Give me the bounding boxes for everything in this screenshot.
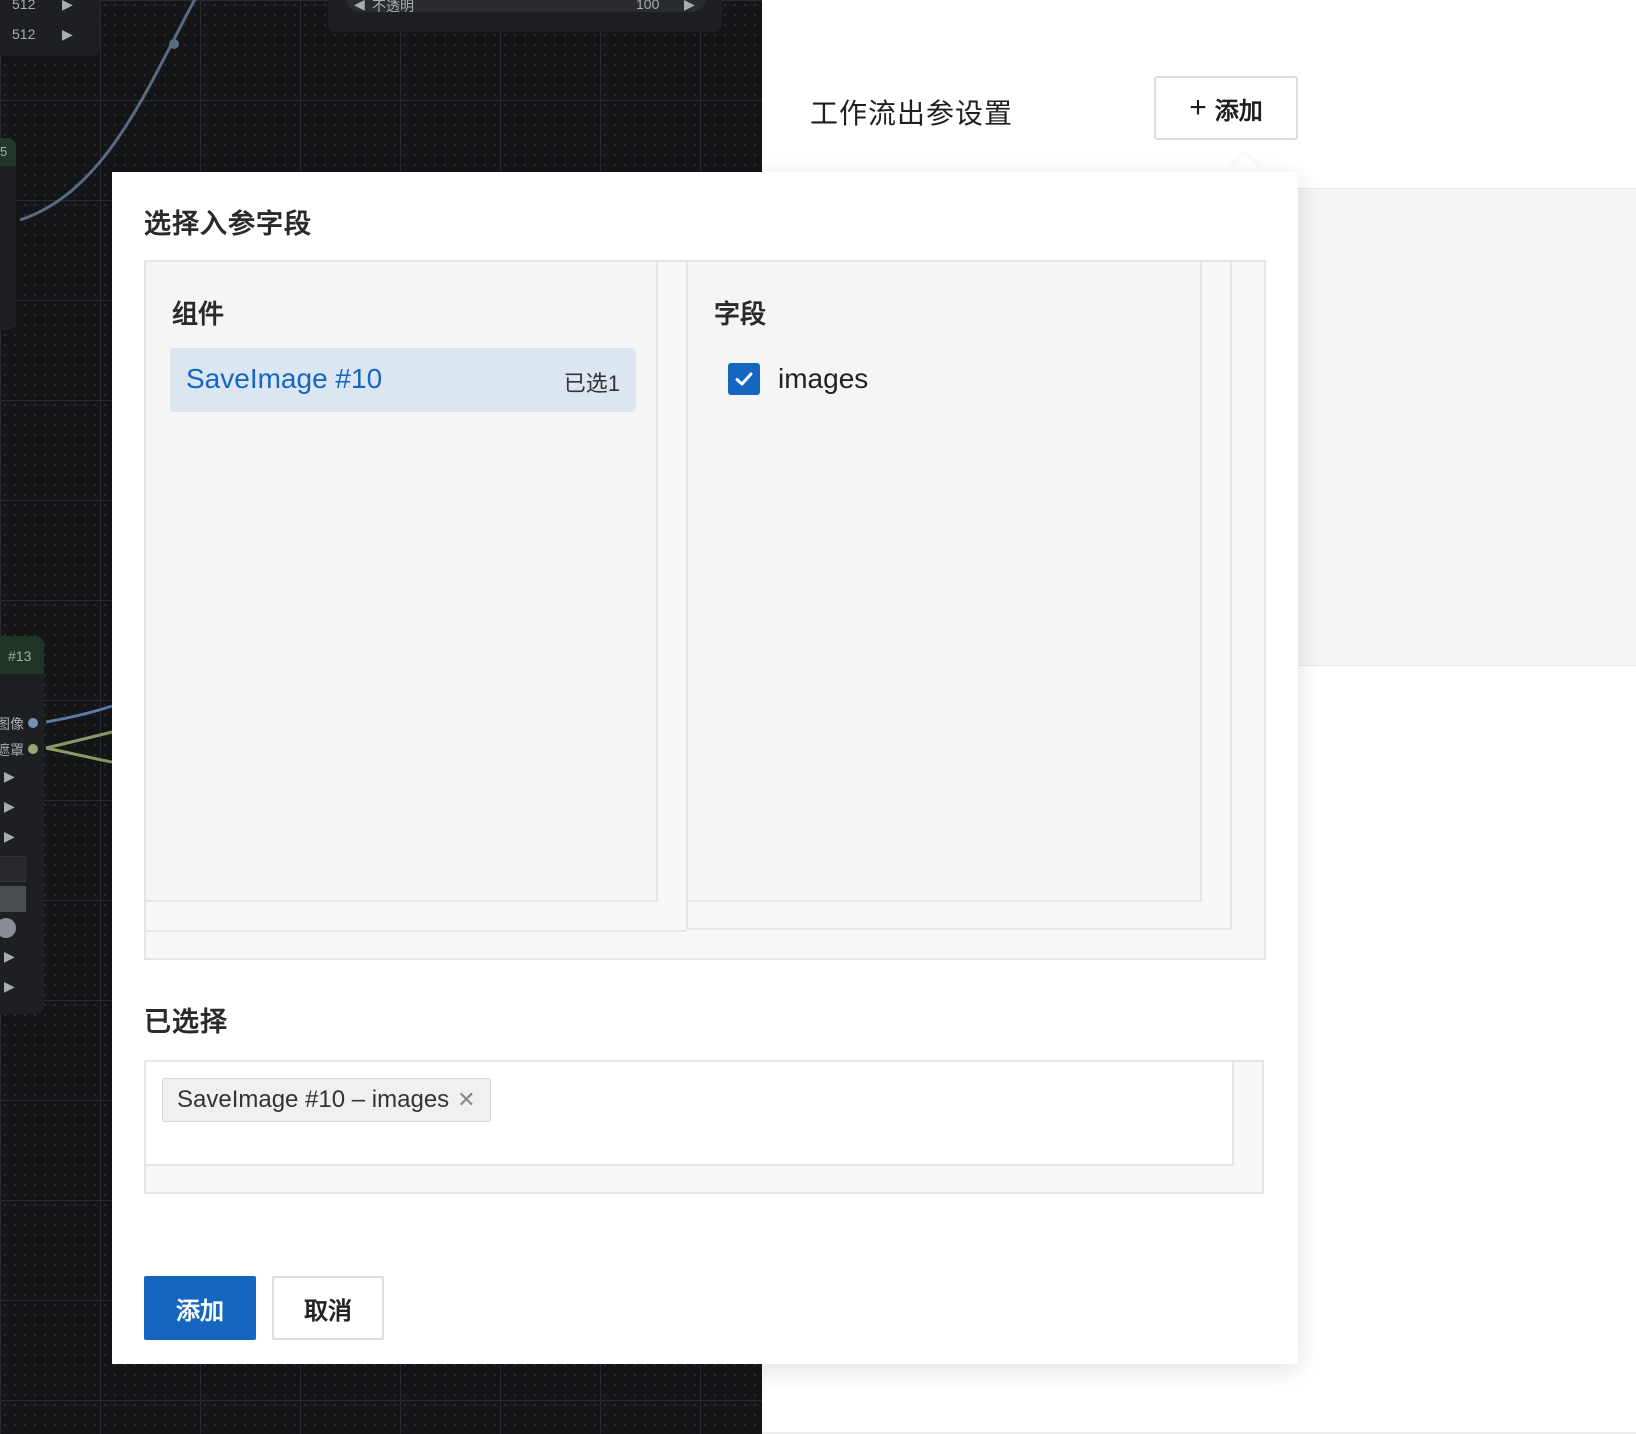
selected-tag: SaveImage #10 – images ✕ xyxy=(162,1078,491,1122)
increment-arrow-icon[interactable]: ▶ xyxy=(4,948,15,965)
node-width-value-1: 512 xyxy=(12,0,36,12)
select-input-fields-modal: 选择入参字段 组件 SaveImage #10 已选1 字段 images 已选… xyxy=(112,172,1298,1364)
node-color-swatch[interactable] xyxy=(0,886,26,912)
node-partial[interactable] xyxy=(0,140,16,330)
selected-tags-box: SaveImage #10 – images ✕ xyxy=(144,1060,1264,1194)
confirm-add-button[interactable]: 添加 xyxy=(144,1276,256,1340)
field-option[interactable]: images xyxy=(728,362,868,396)
increment-arrow-icon[interactable]: ▶ xyxy=(4,828,15,845)
field-name: images xyxy=(778,363,869,394)
components-scroll-track xyxy=(146,902,686,932)
output-mask-port-icon[interactable] xyxy=(28,744,38,754)
output-mask-label: 遮罩 xyxy=(0,742,24,758)
add-output-label: 添加 xyxy=(1214,97,1263,125)
node-input-field[interactable] xyxy=(0,856,26,882)
decrement-arrow-icon[interactable]: ◀ xyxy=(354,0,365,13)
output-list-area xyxy=(1298,188,1636,666)
output-image-label: 图像 xyxy=(0,716,24,732)
plus-icon: + xyxy=(1189,91,1207,124)
node-id-label: 5 xyxy=(0,144,8,159)
component-item[interactable]: SaveImage #10 已选1 xyxy=(170,348,636,412)
node-width-value-2: 512 xyxy=(12,26,36,42)
output-settings-title: 工作流出参设置 xyxy=(810,98,1014,129)
component-name: SaveImage #10 xyxy=(186,363,383,394)
increment-arrow-icon[interactable]: ▶ xyxy=(62,0,73,13)
component-selected-count: 已选1 xyxy=(563,371,620,396)
opacity-label: 不透明 xyxy=(372,0,414,14)
node13-id: #13 xyxy=(8,648,32,664)
output-image-port-icon[interactable] xyxy=(28,718,38,728)
close-icon[interactable]: ✕ xyxy=(457,1089,475,1111)
add-output-button[interactable]: + 添加 xyxy=(1154,76,1298,140)
opacity-value: 100 xyxy=(636,0,660,12)
increment-arrow-icon[interactable]: ▶ xyxy=(4,978,15,995)
components-column: 组件 SaveImage #10 已选1 xyxy=(146,262,658,902)
selected-tag-label: SaveImage #10 – images xyxy=(177,1086,450,1113)
cancel-button[interactable]: 取消 xyxy=(272,1276,384,1340)
fields-column: 字段 images xyxy=(686,262,1202,902)
selected-header: 已选择 xyxy=(144,1007,228,1037)
field-picker: 组件 SaveImage #10 已选1 字段 images xyxy=(144,260,1266,960)
increment-arrow-icon[interactable]: ▶ xyxy=(4,798,15,815)
increment-arrow-icon[interactable]: ▶ xyxy=(62,26,73,43)
selected-tags-area: SaveImage #10 – images ✕ xyxy=(146,1062,1234,1166)
increment-arrow-icon[interactable]: ▶ xyxy=(4,768,15,785)
components-header: 组件 xyxy=(172,299,225,329)
checkbox-checked-icon[interactable] xyxy=(728,363,760,395)
modal-title: 选择入参字段 xyxy=(144,209,312,239)
increment-arrow-icon[interactable]: ▶ xyxy=(684,0,695,13)
fields-header: 字段 xyxy=(714,299,767,329)
